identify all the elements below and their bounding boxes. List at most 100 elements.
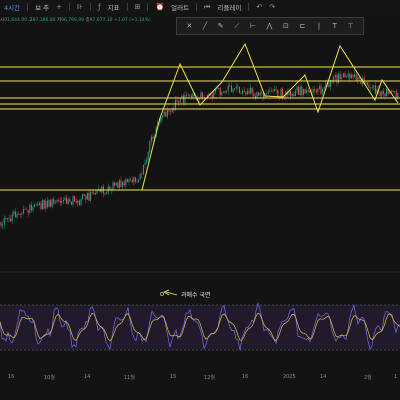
candle-body [184, 94, 186, 103]
candle-body [234, 88, 236, 90]
time-tick-label: 2월 [364, 375, 372, 381]
candle-body [322, 88, 324, 94]
candle-body [162, 115, 164, 118]
replay-button[interactable]: 리플레이 [217, 2, 241, 12]
drawing-tool-8[interactable]: ❘ [316, 22, 322, 30]
candle-body [94, 193, 96, 195]
candle-body [40, 202, 42, 210]
candle-body [298, 86, 300, 95]
undo-icon[interactable]: ↶ [256, 3, 262, 11]
time-tick-label: 16 [242, 374, 249, 380]
candle-body [56, 200, 58, 203]
indicators-icon[interactable]: ƒ [98, 3, 100, 11]
close-value: 97,077.10 [89, 18, 113, 23]
drawing-tool-9[interactable]: T [333, 22, 337, 30]
candle-body [88, 192, 90, 201]
layout-icon[interactable]: ⊞ [135, 3, 141, 11]
candle-body [136, 181, 138, 183]
drawing-tool-5[interactable]: ⋀ [267, 22, 273, 30]
candle-body [339, 73, 341, 79]
candle-body [85, 195, 87, 200]
toolbar-divider [90, 3, 92, 11]
candle-body [176, 99, 178, 102]
candle-body [37, 204, 39, 206]
candle-body [101, 186, 103, 192]
timeframe-selector[interactable]: 4시간 [4, 2, 20, 12]
candle-body [374, 85, 376, 94]
candle-body [24, 209, 26, 210]
chart-canvas[interactable] [0, 0, 400, 400]
indicators-button[interactable]: 지표 [108, 2, 120, 12]
candle-body [373, 85, 375, 87]
candle-type-icon[interactable]: ⊪ [77, 3, 83, 11]
time-axis[interactable]: 16 10월 14 11월 15 12월 16 2025 14 2월 1 [0, 370, 400, 384]
candle-body [3, 217, 5, 225]
candle-body [46, 200, 48, 207]
candle-body [141, 174, 143, 175]
candle-body [130, 179, 132, 180]
drawing-tool-7[interactable]: ⊏ [300, 22, 306, 30]
candle-body [187, 95, 189, 96]
candle-body [342, 73, 344, 78]
time-tick-label: 10월 [44, 375, 55, 381]
candle-body [317, 88, 319, 93]
drawing-tool-6[interactable]: ⊡ [283, 22, 289, 30]
drawing-tool-2[interactable]: ✎ [218, 22, 224, 30]
toolbar-divider [248, 3, 250, 11]
drawing-tool-1[interactable]: ╱ [203, 22, 207, 30]
drawing-tool-4[interactable]: ⊢ [250, 22, 256, 30]
candle-body [6, 218, 8, 220]
replay-icon[interactable]: ⏮ [204, 3, 210, 12]
candle-body [38, 202, 40, 206]
candle-body [163, 112, 165, 116]
candle-body [344, 73, 346, 78]
high-value: 97,186.00 [32, 18, 56, 23]
candle-body [296, 86, 298, 91]
drawing-tool-10[interactable]: ⊤ [348, 22, 354, 30]
time-tick-label: 15 [170, 374, 177, 380]
candle-body [334, 75, 336, 77]
candle-body [349, 73, 351, 79]
candle-body [30, 204, 32, 211]
plus-icon[interactable]: + [56, 3, 62, 11]
candle-body [390, 90, 392, 92]
candle-body [275, 89, 277, 90]
candle-body [14, 211, 16, 218]
candle-body [386, 88, 388, 97]
candle-body [347, 73, 349, 77]
candle-body [352, 74, 354, 78]
candle-body [22, 209, 24, 214]
compare-button[interactable]: 보 추 [35, 2, 49, 12]
redo-icon[interactable]: ↷ [269, 3, 275, 11]
candle-body [2, 224, 4, 226]
candle-body [115, 182, 117, 186]
candle-body [142, 164, 144, 175]
candle-body [182, 95, 184, 103]
candle-body [192, 93, 194, 98]
candle-body [42, 200, 44, 210]
candle-body [350, 74, 352, 79]
candle-body [75, 201, 77, 203]
drawing-tool-3[interactable]: ⟋ [234, 22, 239, 31]
candle-body [320, 86, 322, 94]
candle-body [338, 73, 340, 83]
candle-body [237, 86, 239, 88]
candle-body [267, 91, 269, 94]
candle-body [392, 90, 394, 92]
candle-body [261, 92, 263, 94]
candle-body [58, 200, 60, 201]
candle-body [146, 159, 148, 163]
candle-body [128, 179, 130, 183]
candle-body [238, 86, 240, 93]
candle-body [181, 95, 183, 98]
drawing-tool-0[interactable]: ✕ [186, 22, 192, 30]
candle-body [274, 89, 276, 91]
candle-body [91, 191, 93, 193]
alerts-button[interactable]: 얼러트 [171, 2, 189, 12]
candle-body [123, 181, 125, 186]
candle-body [107, 186, 109, 193]
candle-body [219, 87, 221, 96]
alert-clock-icon[interactable]: ⏰ [155, 3, 164, 11]
candle-body [258, 92, 260, 96]
candle-body [384, 93, 386, 97]
